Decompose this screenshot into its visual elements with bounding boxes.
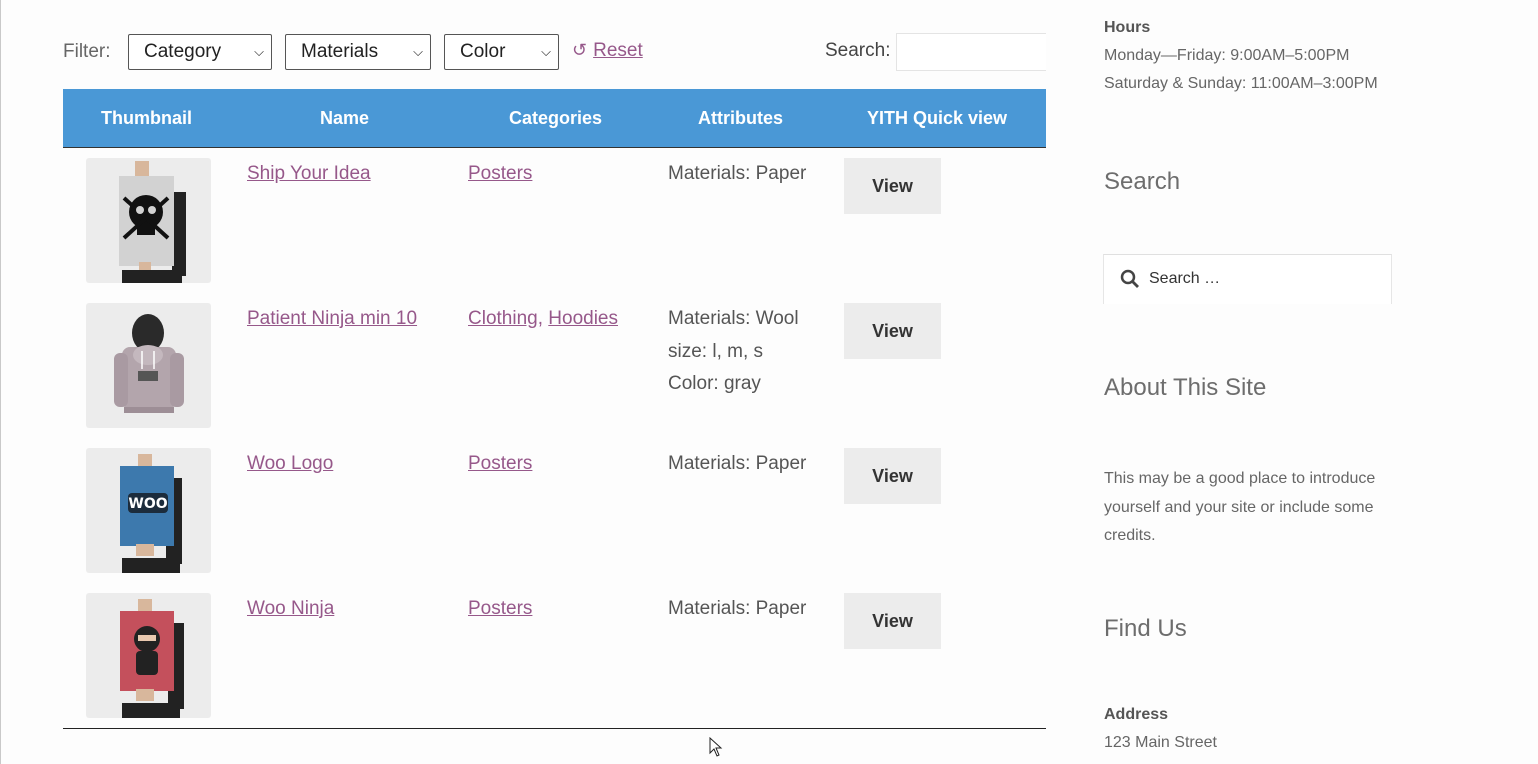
reset-link[interactable]: ↺ Reset bbox=[572, 40, 643, 62]
find-us-title: Find Us bbox=[1104, 615, 1187, 642]
about-line: credits. bbox=[1104, 527, 1156, 544]
chevron-down-icon: ⌵ bbox=[413, 44, 423, 59]
product-name-link[interactable]: Woo Ninja bbox=[247, 598, 334, 620]
hours-title: Hours bbox=[1104, 19, 1151, 36]
table-row: Patient Ninja min 10 Clothing, Hoodies M… bbox=[63, 293, 1046, 438]
table-row: WOO Woo Logo Posters Materials: Paper Vi… bbox=[63, 438, 1046, 583]
sidebar-search-input[interactable]: Search … bbox=[1103, 254, 1392, 304]
attribute-line: Materials: Paper bbox=[668, 453, 807, 474]
attribute-line: Materials: Wool bbox=[668, 308, 799, 329]
column-header-name[interactable]: Name bbox=[320, 89, 369, 147]
hours-weekday: Monday—Friday: 9:00AM–5:00PM bbox=[1104, 47, 1350, 64]
attribute-line: Materials: Paper bbox=[668, 598, 807, 619]
color-select[interactable]: Color ⌵ bbox=[444, 34, 559, 70]
chevron-down-icon: ⌵ bbox=[254, 44, 264, 59]
mouse-cursor-icon bbox=[709, 737, 723, 757]
attribute-line: Materials: Paper bbox=[668, 163, 807, 184]
about-widget-title: About This Site bbox=[1104, 374, 1267, 401]
materials-select-value: Materials bbox=[301, 41, 379, 62]
category-select[interactable]: Category ⌵ bbox=[128, 34, 272, 70]
table-header: Thumbnail Name Categories Attributes YIT… bbox=[63, 89, 1046, 148]
category-link[interactable]: Posters bbox=[468, 598, 532, 620]
category-separator: , bbox=[537, 308, 543, 329]
product-name-link[interactable]: Woo Logo bbox=[247, 453, 333, 475]
category-link[interactable]: Clothing bbox=[468, 308, 538, 329]
view-button[interactable]: View bbox=[844, 593, 941, 649]
attributes-cell: Materials: Paper bbox=[668, 158, 806, 191]
table-row: Woo Ninja Posters Materials: Paper View bbox=[63, 583, 1046, 728]
search-icon bbox=[1120, 269, 1139, 288]
filter-label: Filter: bbox=[63, 41, 111, 62]
hours-weekend: Saturday & Sunday: 11:00AM–3:00PM bbox=[1104, 75, 1378, 92]
attributes-cell: Materials: Paper bbox=[668, 593, 806, 626]
svg-text:WOO: WOO bbox=[128, 496, 167, 512]
category-link[interactable]: Hoodies bbox=[548, 308, 618, 329]
materials-select[interactable]: Materials ⌵ bbox=[285, 34, 431, 70]
table-bottom-border bbox=[63, 728, 1046, 729]
table-search-label: Search: bbox=[825, 40, 891, 61]
column-header-categories[interactable]: Categories bbox=[509, 89, 602, 147]
search-widget-title: Search bbox=[1104, 168, 1181, 195]
table-row: Ship Your Idea Posters Materials: Paper … bbox=[63, 148, 1046, 293]
attributes-cell: Materials: Paper bbox=[668, 448, 806, 481]
category-link[interactable]: Posters bbox=[468, 453, 532, 475]
about-line: yourself and your site or include some bbox=[1104, 498, 1374, 516]
address-title: Address bbox=[1104, 706, 1169, 723]
address-line: 123 Main Street bbox=[1104, 734, 1217, 751]
attributes-cell: Materials: Wool size: l, m, s Color: gra… bbox=[668, 303, 799, 401]
view-button[interactable]: View bbox=[844, 303, 941, 359]
attribute-line: Color: gray bbox=[668, 373, 761, 394]
skull-poster-icon[interactable] bbox=[86, 158, 211, 283]
column-header-thumbnail[interactable]: Thumbnail bbox=[101, 89, 192, 147]
woo-poster-icon[interactable]: WOO bbox=[86, 448, 211, 573]
view-button[interactable]: View bbox=[844, 158, 941, 214]
reset-icon: ↺ bbox=[572, 40, 588, 60]
category-list: Clothing, Hoodies bbox=[468, 308, 618, 330]
column-header-quick-view[interactable]: YITH Quick view bbox=[867, 89, 1007, 147]
product-name-link[interactable]: Ship Your Idea bbox=[247, 163, 371, 185]
view-button[interactable]: View bbox=[844, 448, 941, 504]
category-link[interactable]: Posters bbox=[468, 163, 532, 185]
ninja-poster-icon[interactable] bbox=[86, 593, 211, 718]
page-edge bbox=[0, 0, 1, 764]
product-name-link[interactable]: Patient Ninja min 10 bbox=[247, 308, 417, 330]
chevron-down-icon: ⌵ bbox=[541, 44, 551, 59]
search-placeholder: Search … bbox=[1149, 270, 1221, 287]
attribute-line: size: l, m, s bbox=[668, 340, 764, 362]
about-line: This may be a good place to introduce bbox=[1104, 470, 1376, 487]
category-select-value: Category bbox=[144, 41, 222, 62]
reset-label: Reset bbox=[593, 40, 643, 61]
hoodie-icon[interactable] bbox=[86, 303, 211, 428]
about-text: This may be a good place to introduce yo… bbox=[1104, 465, 1375, 551]
color-select-value: Color bbox=[460, 41, 506, 62]
table-search-input[interactable] bbox=[896, 33, 1046, 71]
column-header-attributes[interactable]: Attributes bbox=[698, 89, 783, 147]
